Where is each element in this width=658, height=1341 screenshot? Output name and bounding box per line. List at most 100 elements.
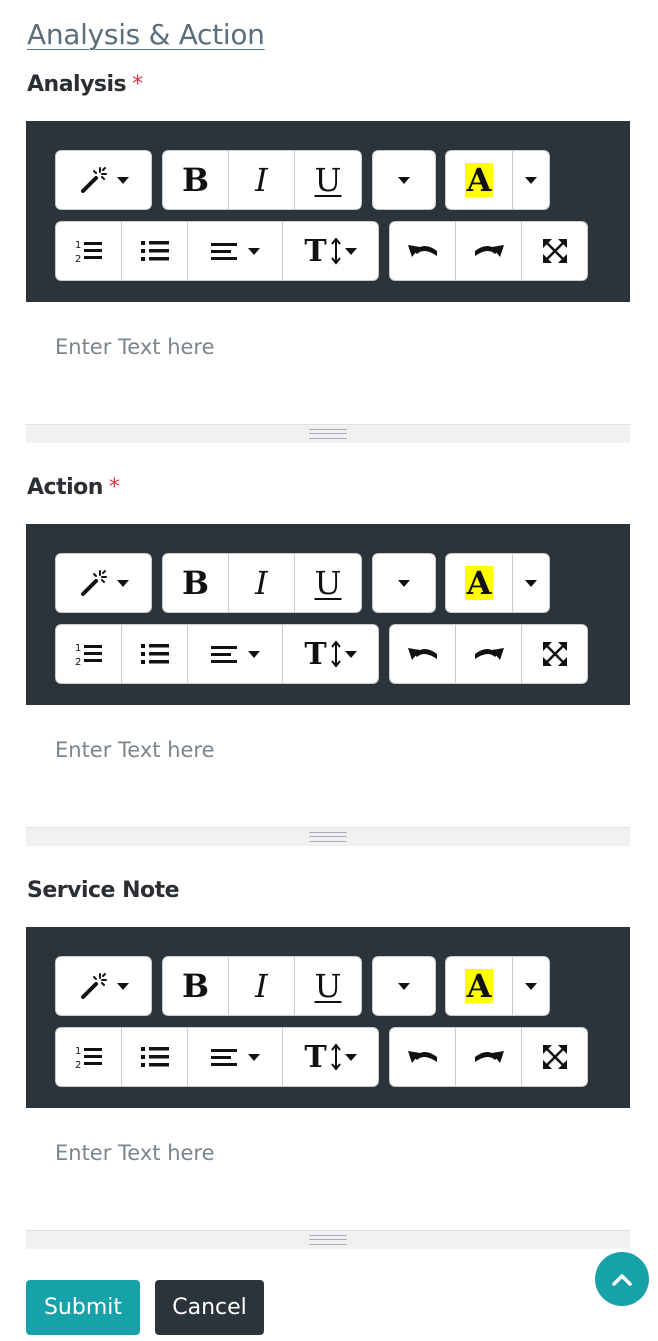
font-style-group: B I U xyxy=(162,150,362,210)
caret-down-icon xyxy=(248,247,260,255)
required-marker: * xyxy=(108,475,120,500)
editor-resize-handle[interactable] xyxy=(26,827,630,846)
field-label-text: Action xyxy=(27,475,103,500)
caret-down-icon xyxy=(248,650,260,658)
align-dropdown-button[interactable] xyxy=(187,221,283,281)
fullscreen-button[interactable] xyxy=(521,624,588,684)
caret-down-icon xyxy=(344,1053,357,1061)
scroll-to-top-button[interactable] xyxy=(595,1252,649,1306)
underline-label: U xyxy=(314,161,342,199)
italic-button[interactable]: I xyxy=(228,150,295,210)
bold-button[interactable]: B xyxy=(162,553,229,613)
italic-button[interactable]: I xyxy=(228,956,295,1016)
redo-button[interactable] xyxy=(455,624,522,684)
bold-button[interactable]: B xyxy=(162,150,229,210)
color-dropdown-button[interactable] xyxy=(512,956,550,1016)
caret-down-icon xyxy=(525,982,537,990)
font-dropdown-group xyxy=(372,150,436,210)
caret-down-icon xyxy=(398,982,410,990)
unordered-list-icon xyxy=(140,644,169,664)
font-dropdown-group xyxy=(372,956,436,1016)
highlight-button[interactable]: A xyxy=(445,956,513,1016)
highlight-label: A xyxy=(464,967,494,1005)
ordered-list-button[interactable]: 1 2 xyxy=(55,221,122,281)
undo-button[interactable] xyxy=(389,1027,456,1087)
caret-down-icon xyxy=(525,579,537,587)
history-group xyxy=(389,624,588,684)
text-size-dropdown-button[interactable]: T xyxy=(282,1027,379,1087)
section-title[interactable]: Analysis & Action xyxy=(27,18,265,51)
color-dropdown-button[interactable] xyxy=(512,150,550,210)
ordered-list-button[interactable]: 1 2 xyxy=(55,624,122,684)
caret-down-icon xyxy=(116,982,129,990)
unordered-list-button[interactable] xyxy=(121,221,188,281)
text-size-dropdown-button[interactable]: T xyxy=(282,221,379,281)
underline-button[interactable]: U xyxy=(294,553,362,613)
required-marker: * xyxy=(132,72,143,97)
underline-button[interactable]: U xyxy=(294,956,362,1016)
caret-down-icon xyxy=(248,1053,260,1061)
style-dropdown-button[interactable] xyxy=(55,150,152,210)
redo-button[interactable] xyxy=(455,221,522,281)
submit-button[interactable]: Submit xyxy=(26,1280,140,1335)
color-group: A xyxy=(445,150,550,210)
fullscreen-button[interactable] xyxy=(521,221,588,281)
ordered-list-icon: 1 2 xyxy=(75,1046,102,1071)
editor-toolbar: B I U A 1 2 T xyxy=(26,524,630,705)
field-label: Action * xyxy=(27,475,120,500)
undo-button[interactable] xyxy=(389,624,456,684)
editor-resize-handle[interactable] xyxy=(26,424,630,443)
history-group xyxy=(389,1027,588,1087)
field-label: Service Note xyxy=(27,878,180,903)
highlight-button[interactable]: A xyxy=(445,553,513,613)
align-dropdown-button[interactable] xyxy=(187,624,283,684)
text-size-dropdown-button[interactable]: T xyxy=(282,624,379,684)
redo-button[interactable] xyxy=(455,1027,522,1087)
unordered-list-icon xyxy=(140,241,169,261)
align-dropdown-button[interactable] xyxy=(187,1027,283,1087)
italic-label: I xyxy=(255,564,268,602)
bold-button[interactable]: B xyxy=(162,956,229,1016)
editor-resize-handle[interactable] xyxy=(26,1230,630,1249)
editor-text-area[interactable]: Enter Text here xyxy=(26,302,630,424)
fullscreen-button[interactable] xyxy=(521,1027,588,1087)
caret-down-icon xyxy=(344,247,357,255)
editor-text-area[interactable]: Enter Text here xyxy=(26,705,630,827)
unordered-list-button[interactable] xyxy=(121,1027,188,1087)
font-dropdown-button[interactable] xyxy=(372,150,436,210)
rich-text-editor: B I U A 1 2 T Enter Text here xyxy=(26,524,630,846)
unordered-list-button[interactable] xyxy=(121,624,188,684)
svg-text:2: 2 xyxy=(75,254,81,265)
undo-icon xyxy=(407,245,437,257)
highlight-button[interactable]: A xyxy=(445,150,513,210)
magic-wand-icon xyxy=(80,973,107,999)
svg-text:1: 1 xyxy=(75,643,81,654)
cancel-button[interactable]: Cancel xyxy=(155,1280,264,1335)
bold-label: B xyxy=(181,564,210,602)
font-dropdown-button[interactable] xyxy=(372,956,436,1016)
editor-placeholder: Enter Text here xyxy=(55,335,215,359)
italic-label: I xyxy=(255,967,268,1005)
underline-button[interactable]: U xyxy=(294,150,362,210)
font-dropdown-button[interactable] xyxy=(372,553,436,613)
ordered-list-icon: 1 2 xyxy=(75,643,102,668)
history-group xyxy=(389,221,588,281)
undo-button[interactable] xyxy=(389,221,456,281)
style-dropdown-button[interactable] xyxy=(55,553,152,613)
editor-toolbar: B I U A 1 2 T xyxy=(26,927,630,1108)
italic-label: I xyxy=(255,161,268,199)
editor-placeholder: Enter Text here xyxy=(55,738,215,762)
align-icon xyxy=(211,243,237,260)
field-label: Analysis * xyxy=(27,72,143,97)
chevron-up-icon xyxy=(612,1274,632,1286)
editor-text-area[interactable]: Enter Text here xyxy=(26,1108,630,1230)
line-height-icon xyxy=(330,237,341,265)
color-dropdown-button[interactable] xyxy=(512,553,550,613)
italic-button[interactable]: I xyxy=(228,553,295,613)
highlight-label: A xyxy=(464,161,494,199)
style-dropdown-button[interactable] xyxy=(55,956,152,1016)
font-style-group: B I U xyxy=(162,553,362,613)
ordered-list-button[interactable]: 1 2 xyxy=(55,1027,122,1087)
grip-icon xyxy=(309,429,347,439)
grip-icon xyxy=(309,832,347,842)
